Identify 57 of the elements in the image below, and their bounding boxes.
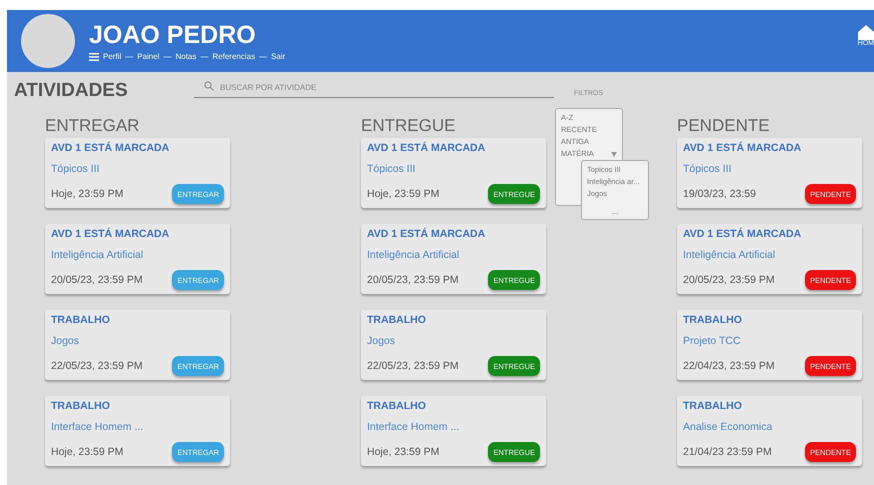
activity-type: AVD 1 ESTÁ MARCADA — [367, 228, 486, 240]
more-indicator[interactable]: ... — [587, 207, 643, 216]
activity-type: TRABALHO — [367, 314, 427, 326]
due-date: Hoje, 23:59 PM — [367, 188, 440, 200]
subject-name: Tópicos III — [367, 163, 416, 175]
subject-name: Inteligência Artificial — [683, 249, 776, 261]
activity-type: TRABALHO — [51, 314, 111, 326]
subject-name: Projeto TCC — [683, 335, 742, 347]
activity-type: AVD 1 ESTÁ MARCADA — [51, 142, 170, 154]
due-date: 21/04/23 23:59 PM — [683, 446, 772, 458]
due-date: 20/05/23, 23:59 PM — [683, 274, 775, 286]
column-title: ENTREGAR — [45, 116, 140, 136]
dropdown-icon — [611, 152, 617, 156]
separator-dash: — — [163, 52, 172, 61]
separator-dash: — — [125, 52, 134, 61]
user-name: JOAO PEDRO — [89, 21, 257, 50]
activity-type: AVD 1 ESTÁ MARCADA — [367, 142, 486, 154]
due-date: Hoje, 23:59 PM — [367, 446, 440, 458]
subject-name: Inteligência Artificial — [367, 249, 460, 261]
nav-link[interactable]: Perfil — [103, 52, 122, 61]
due-date: 22/05/23, 23:59 PM — [367, 360, 459, 372]
nav-link[interactable]: Referencias — [212, 52, 256, 61]
activity-type: AVD 1 ESTÁ MARCADA — [683, 228, 802, 240]
activity-type: AVD 1 ESTÁ MARCADA — [683, 142, 802, 154]
activity-type: TRABALHO — [683, 400, 743, 412]
menu-icon[interactable] — [89, 52, 99, 60]
home-icon[interactable] — [858, 24, 874, 40]
nav-link[interactable]: Sair — [271, 52, 286, 61]
separator-dash: — — [259, 52, 268, 61]
separator-dash: — — [200, 52, 208, 61]
subject-name: Interface Homem ... — [367, 421, 460, 433]
activity-type: TRABALHO — [51, 400, 111, 412]
subject-name: Jogos — [51, 335, 80, 347]
page-title: ATIVIDADES — [14, 80, 129, 102]
subject-name: Inteligência Artificial — [51, 249, 144, 261]
activity-type: TRABALHO — [683, 314, 743, 326]
due-date: Hoje, 23:59 PM — [51, 446, 124, 458]
due-date: 20/05/23, 23:59 PM — [51, 274, 143, 286]
activity-type: AVD 1 ESTÁ MARCADA — [51, 228, 170, 240]
due-date: 20/05/23, 23:59 PM — [367, 274, 459, 286]
activity-type: TRABALHO — [367, 400, 427, 412]
due-date: Hoje, 23:59 PM — [51, 188, 124, 200]
subject-name: Tópicos III — [51, 163, 100, 175]
nav-link[interactable]: Painel — [137, 52, 160, 61]
due-date: 22/04/23, 23:59 PM — [683, 360, 775, 372]
nav-link[interactable]: Notas — [175, 52, 196, 61]
subject-name: Interface Homem ... — [51, 421, 144, 433]
subject-name: Tópicos III — [683, 163, 732, 175]
avatar — [21, 14, 75, 68]
column-title: PENDENTE — [677, 116, 771, 136]
search-icon — [204, 81, 214, 91]
subject-name: Analise Economica — [683, 421, 774, 433]
subject-name: Jogos — [367, 335, 396, 347]
column-title: ENTREGUE — [361, 116, 456, 136]
due-date: 19/03/23, 23:59 — [683, 188, 756, 200]
search-field[interactable]: BUSCAR POR ATIVIDADE — [194, 78, 554, 98]
due-date: 22/05/23, 23:59 PM — [51, 360, 143, 372]
